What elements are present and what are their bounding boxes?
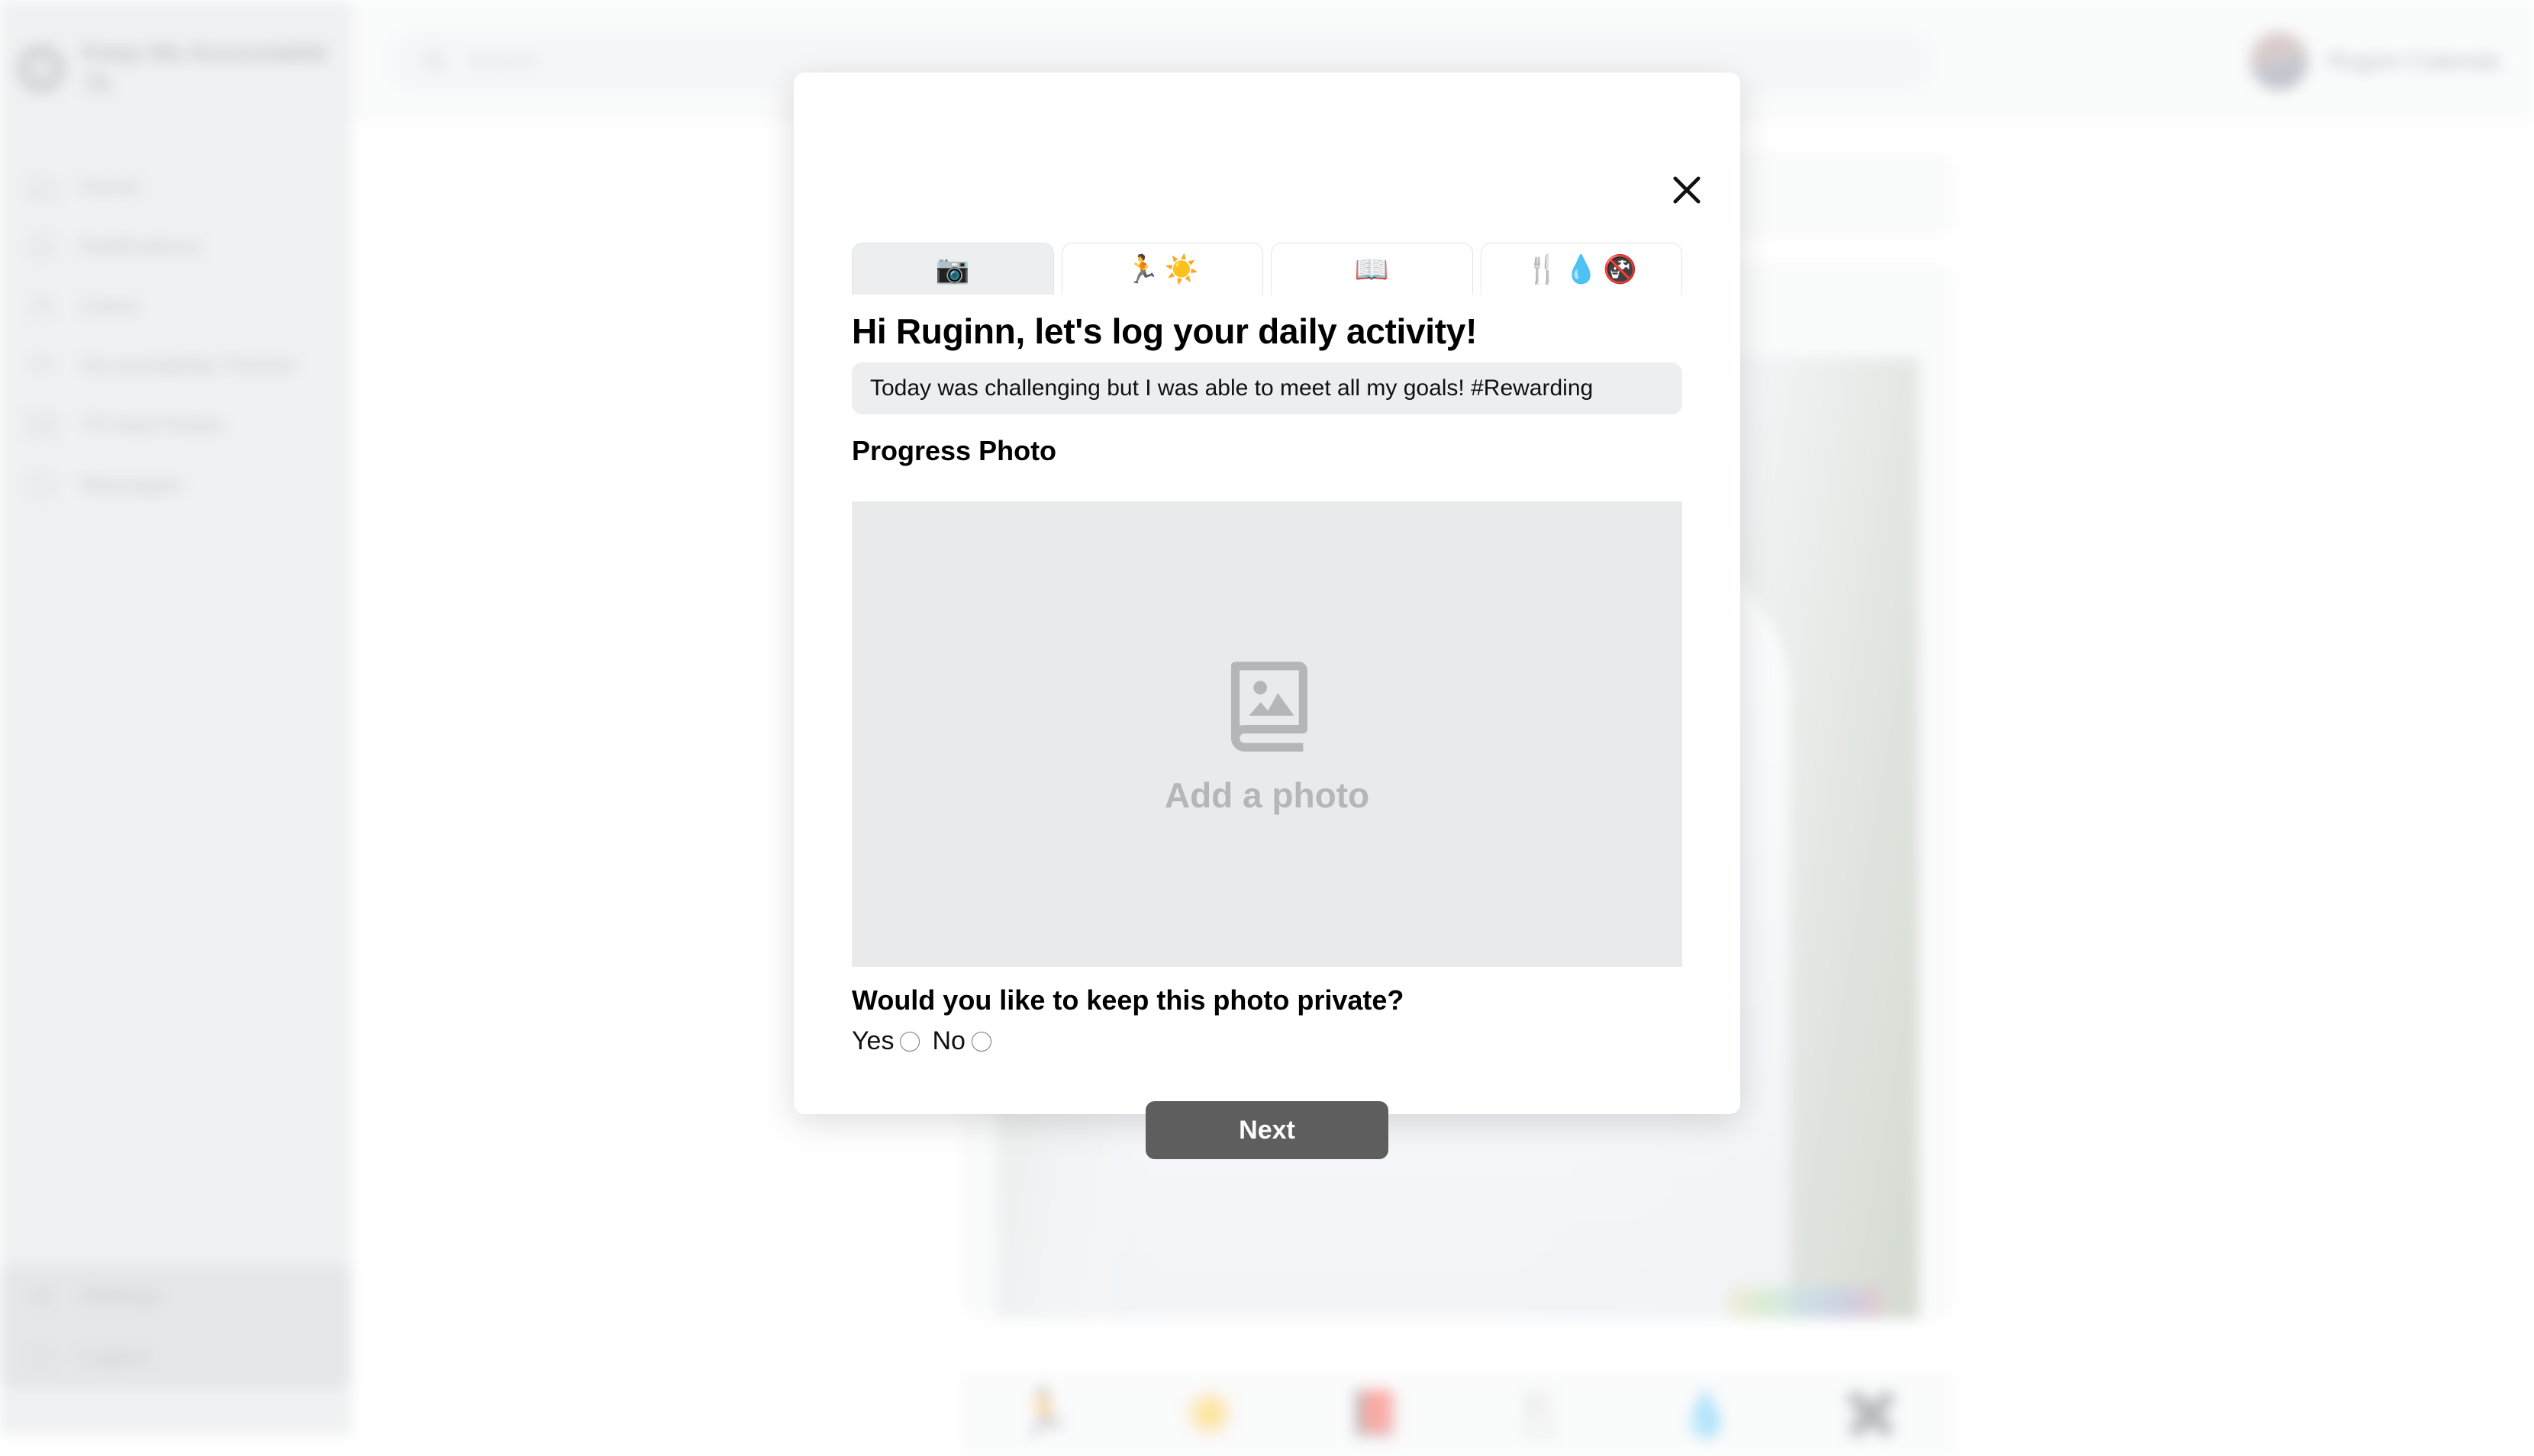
tab-reading[interactable]: 📖	[1271, 243, 1473, 295]
privacy-no-label[interactable]: No	[932, 1026, 965, 1056]
camera-icon: 📷	[935, 253, 970, 285]
runner-icon: 🏃	[1125, 253, 1160, 285]
image-album-icon	[1213, 652, 1321, 761]
modal-tabs: 📷 🏃 ☀️ 📖 🍴 💧 🚱	[852, 243, 1682, 295]
sun-icon: ☀️	[1164, 253, 1199, 285]
modal-overlay[interactable]: 📷 🏃 ☀️ 📖 🍴 💧 🚱 Hi Ruginn, let's log your…	[0, 0, 2534, 1456]
privacy-yes-radio[interactable]	[900, 1031, 920, 1052]
privacy-yes-label[interactable]: Yes	[852, 1026, 894, 1056]
open-book-icon: 📖	[1354, 253, 1389, 285]
utensils-icon: 🍴	[1525, 253, 1560, 285]
daily-note-input[interactable]	[852, 362, 1682, 414]
progress-photo-heading: Progress Photo	[852, 435, 1057, 466]
page-title: Hi Ruginn, let's log your daily activity…	[852, 311, 1478, 351]
privacy-no-radio[interactable]	[971, 1031, 991, 1052]
tab-diet[interactable]: 🍴 💧 🚱	[1480, 243, 1682, 295]
next-button[interactable]: Next	[1146, 1101, 1388, 1159]
tab-activity[interactable]: 🏃 ☀️	[1061, 243, 1263, 295]
close-icon[interactable]	[1667, 170, 1707, 210]
privacy-radio-group: Yes No	[852, 1026, 1004, 1056]
tab-photo[interactable]: 📷	[852, 243, 1054, 295]
water-drop-icon: 💧	[1564, 253, 1599, 285]
add-photo-label: Add a photo	[1164, 775, 1370, 815]
privacy-question-label: Would you like to keep this photo privat…	[852, 984, 1404, 1016]
no-drinks-icon: 🚱	[1603, 253, 1637, 285]
daily-log-modal: 📷 🏃 ☀️ 📖 🍴 💧 🚱 Hi Ruginn, let's log your…	[794, 72, 1740, 1159]
add-photo-dropzone[interactable]: Add a photo	[852, 501, 1682, 967]
